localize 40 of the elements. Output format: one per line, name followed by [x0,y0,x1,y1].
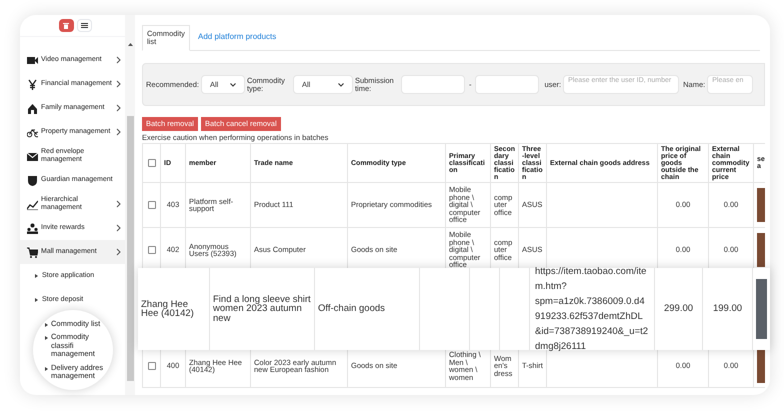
checkbox[interactable] [148,246,156,254]
photo-placeholder [757,349,765,383]
people-icon [27,222,38,234]
caret-icon [45,366,48,370]
line-chart-icon [27,198,38,210]
chevron-down-icon [338,82,344,86]
table-cell: Zhang Hee Hee (40142) [138,268,210,350]
caret-icon [35,274,38,278]
scrollbar-thumb[interactable] [126,116,134,381]
trash-icon [63,22,69,29]
photo-placeholder [756,279,767,339]
caret-icon [35,298,38,302]
yen-icon [27,78,38,90]
up-arrow-icon [128,43,132,46]
house-icon [27,102,38,114]
photo-placeholder [757,188,765,222]
video-camera-icon [27,54,38,66]
photo-placeholder [757,233,765,267]
scrollbar[interactable] [125,15,135,395]
chevron-down-icon [230,82,236,86]
shield-icon [27,174,38,186]
select-all-checkbox[interactable] [148,159,156,167]
table-cell: Off-chain goods [315,268,420,350]
table-cell: 299.00 [655,268,703,350]
bicycle-icon [27,126,38,138]
tab[interactable]: Add platform products [190,24,284,50]
table-cell: Find a long sleeve shirt women 2023 autumn new [210,268,315,350]
date-input-field[interactable] [475,75,540,94]
list-icon [80,23,88,28]
list-view-button[interactable] [76,19,92,32]
caret-icon [45,336,48,340]
checkbox[interactable] [148,201,156,209]
table-cell: 199.00 [703,268,753,350]
date-input-field[interactable] [400,75,465,94]
envelope-icon [27,150,38,162]
caret-icon [45,322,48,326]
checkbox[interactable] [148,362,156,370]
table-cell: https://item.taobao.com/item.htm?spm=a1z0k.7386009.0.d4919233.62f537demtZhDL&id=738738919240&_u=t2dmg8j26111 [530,268,655,350]
cart-icon [27,246,38,258]
delete-button[interactable] [58,19,74,32]
